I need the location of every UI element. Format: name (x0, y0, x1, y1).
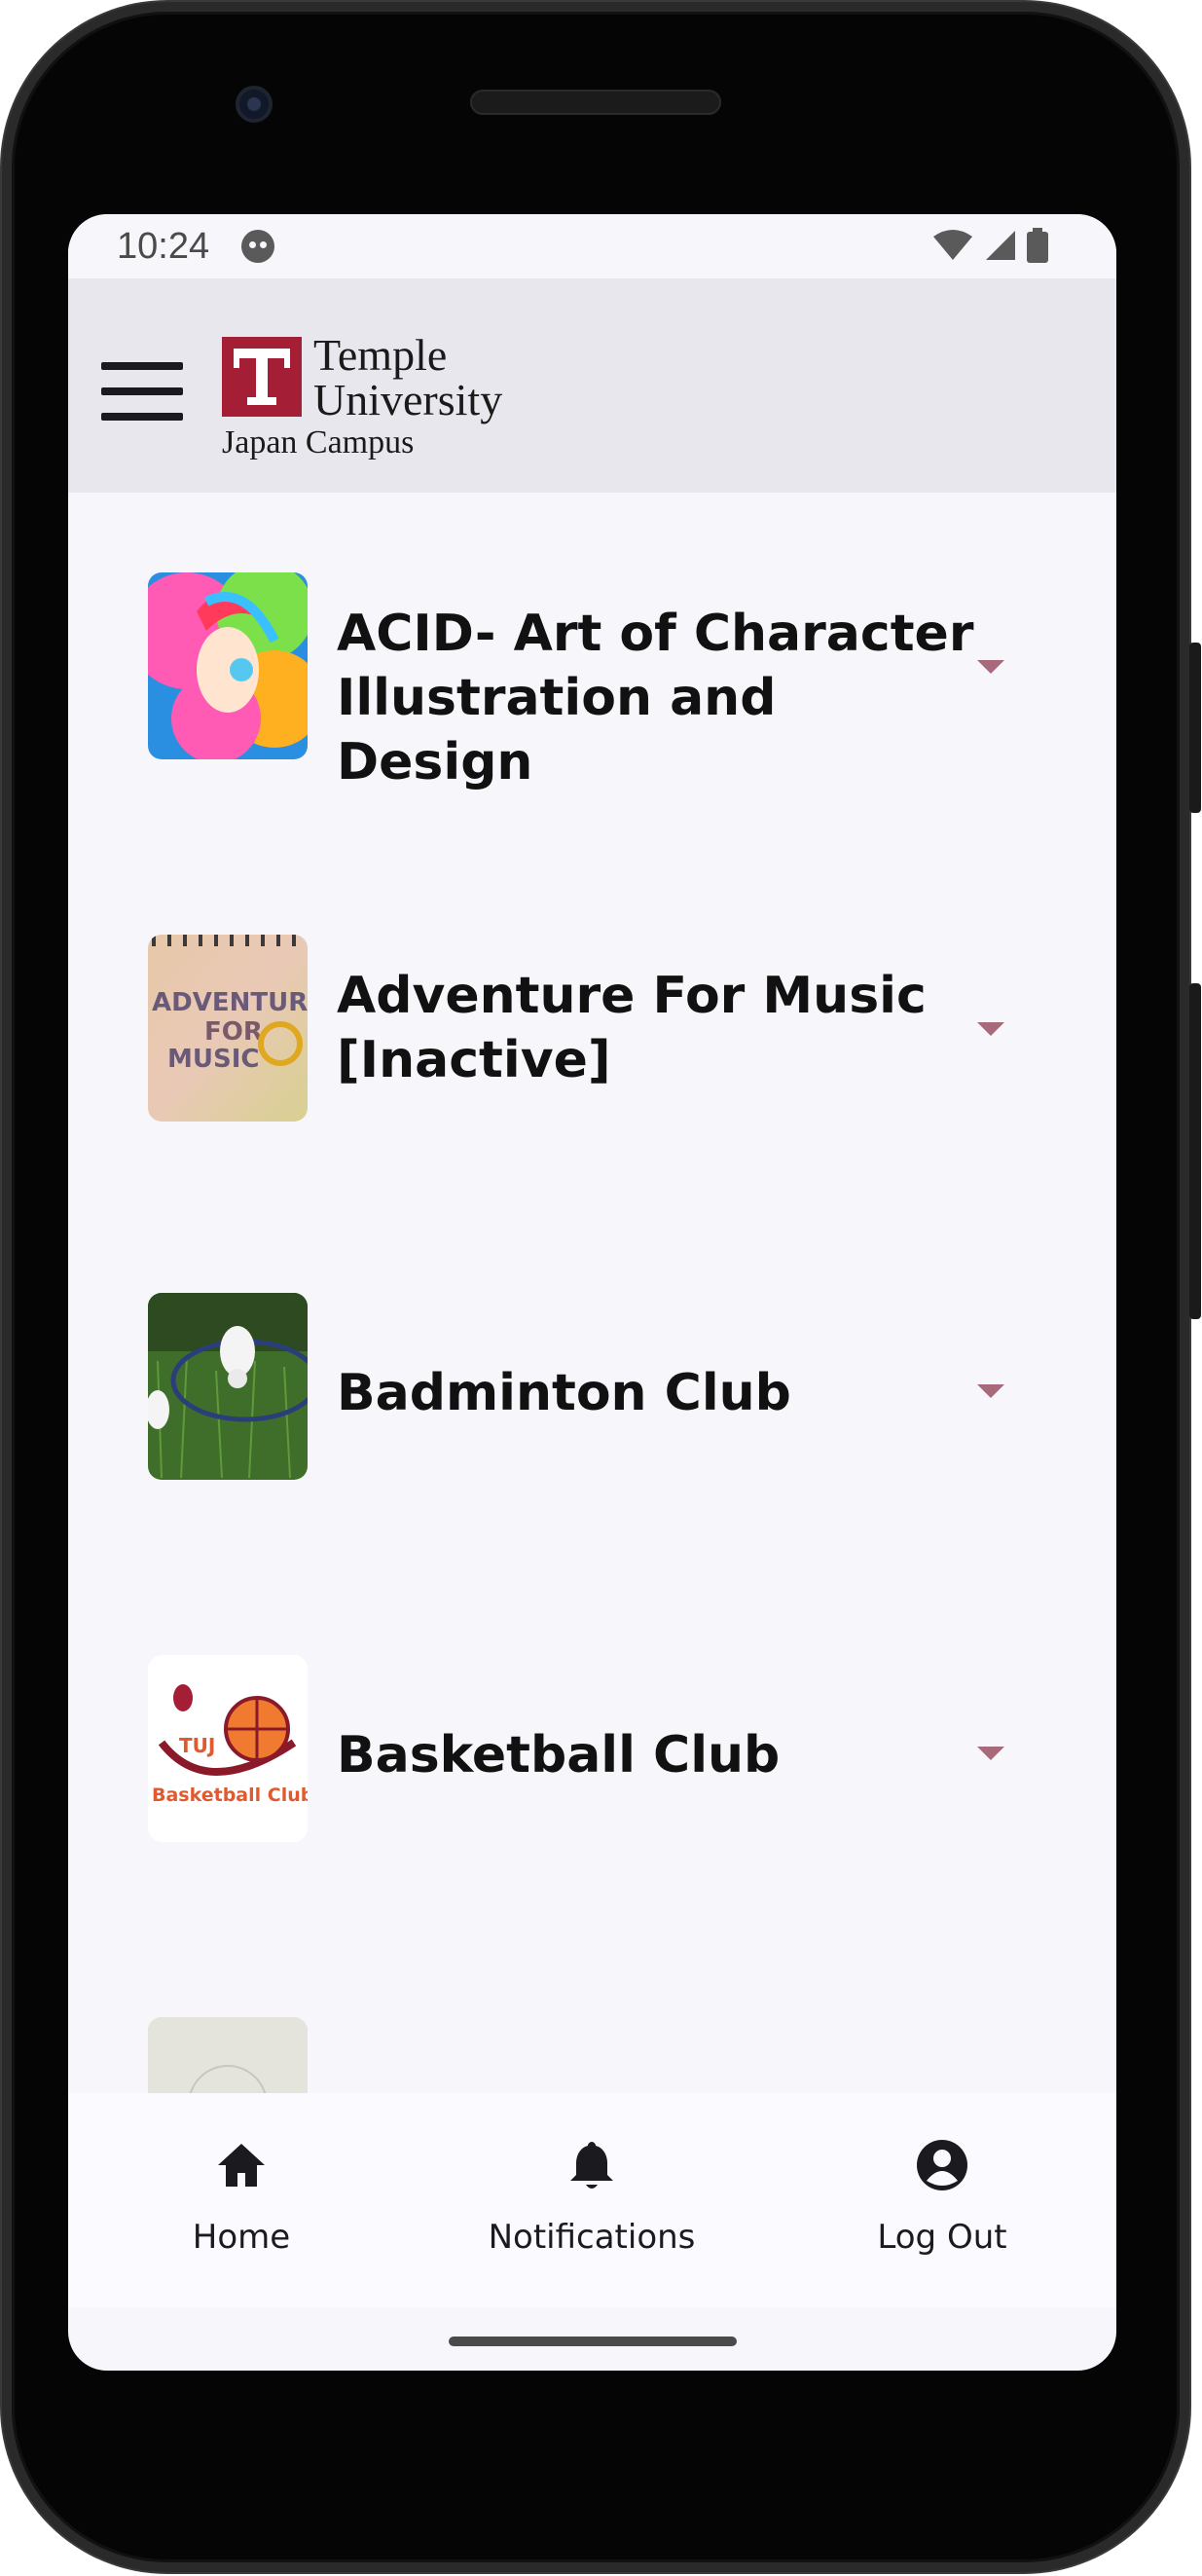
club-name: ACID- Art of Character Illustration and … (337, 605, 974, 791)
status-icons (933, 228, 1048, 263)
club-name: Adventure For Music [Inactive] (337, 967, 927, 1089)
expand-arrow-icon[interactable] (977, 660, 1004, 674)
list-item[interactable]: ADVENTURE FOR MUSIC Adventure For Music … (68, 855, 1116, 1217)
adventure-thumb-text3: MUSIC (167, 1045, 259, 1074)
bottom-navigation: Home Notifications Log Out (68, 2093, 1116, 2307)
club-thumbnail: ADVENTURE FOR MUSIC (148, 935, 308, 1122)
expand-arrow-icon[interactable] (977, 1747, 1004, 1760)
nav-notifications[interactable]: Notifications (446, 2093, 738, 2307)
adventure-music-artwork-icon: ADVENTURE FOR MUSIC (148, 935, 308, 1122)
logo-subtitle: Japan Campus (222, 424, 415, 460)
list-item[interactable]: TUJ Basketball Club Basketball Club (68, 1579, 1116, 1941)
adventure-thumb-text1: ADVENTURE (152, 988, 308, 1017)
nav-notifications-label: Notifications (488, 2218, 696, 2257)
badminton-photo-icon (148, 1293, 308, 1480)
logo-line1: Temple (313, 330, 448, 380)
expand-arrow-icon[interactable] (977, 1022, 1004, 1036)
nav-logout-label: Log Out (877, 2218, 1007, 2257)
status-bar: 10:24 (68, 214, 1116, 278)
wifi-icon (933, 230, 972, 260)
club-name: Basketball Club (337, 1726, 781, 1785)
power-button (1189, 643, 1201, 813)
earpiece-speaker (470, 90, 721, 115)
front-camera (236, 86, 273, 123)
acid-artwork-icon (148, 572, 308, 759)
status-time: 10:24 (117, 226, 210, 267)
menu-icon[interactable] (101, 362, 183, 421)
notification-face-icon (241, 230, 274, 263)
list-item[interactable]: ACID- Art of Character Illustration and … (68, 493, 1116, 855)
logo-line2: University (313, 375, 503, 424)
club-thumbnail (148, 1293, 308, 1480)
gesture-home-indicator[interactable] (449, 2337, 737, 2346)
bell-icon (570, 2142, 613, 2189)
nav-logout[interactable]: Log Out (796, 2093, 1088, 2307)
app-header: Temple University Japan Campus (68, 278, 1116, 493)
expand-arrow-icon[interactable] (977, 1384, 1004, 1398)
club-thumbnail: TUJ Basketball Club (148, 1655, 308, 1842)
basketball-club-logo-icon: TUJ Basketball Club (148, 1655, 308, 1842)
battery-icon (1027, 228, 1048, 263)
home-icon (218, 2144, 265, 2187)
nav-home-label: Home (192, 2218, 291, 2257)
cellular-signal-icon (986, 231, 1015, 260)
list-item[interactable]: Badminton Club (68, 1217, 1116, 1579)
club-thumbnail (148, 572, 308, 759)
logo-wordmark: Temple University (313, 333, 502, 423)
volume-button (1189, 983, 1201, 1319)
phone-frame: 10:24 Temple University Japan Campus ACI… (0, 0, 1202, 2576)
nav-home[interactable]: Home (95, 2093, 387, 2307)
app-screen: 10:24 Temple University Japan Campus ACI… (68, 214, 1116, 2371)
basketball-thumb-label: Basketball Club (152, 1785, 308, 1806)
temple-university-logo: Temple University Japan Campus (222, 333, 543, 483)
temple-t-logo-icon (222, 337, 302, 417)
account-circle-icon (917, 2140, 967, 2190)
basketball-thumb-tuj: TUJ (179, 1734, 215, 1757)
club-name: Badminton Club (337, 1364, 791, 1422)
adventure-thumb-text2: FOR (204, 1017, 263, 1047)
